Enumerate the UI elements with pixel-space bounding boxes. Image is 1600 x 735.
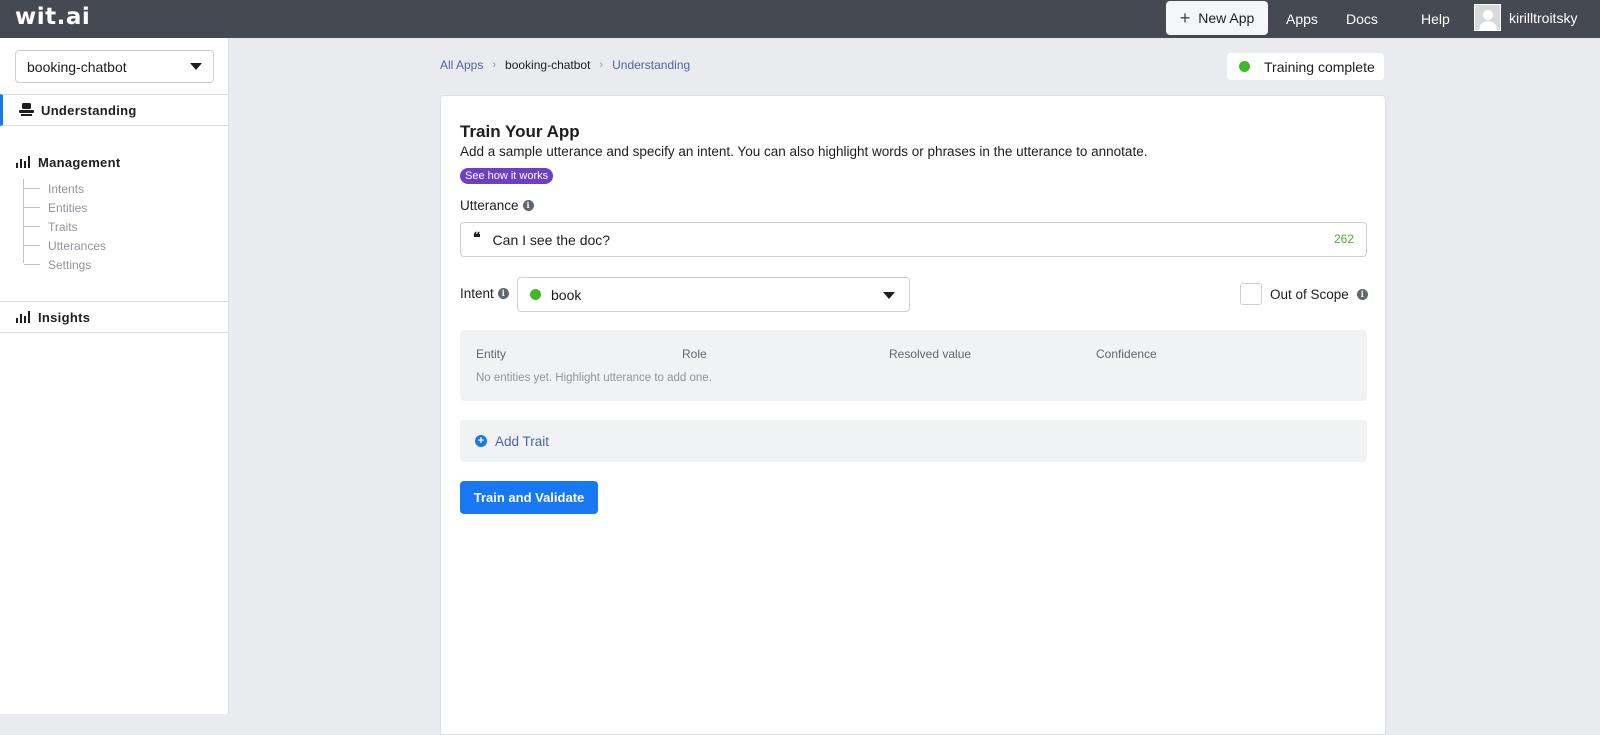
char-count: 262 xyxy=(1333,232,1354,246)
add-trait-button[interactable]: + Add Trait xyxy=(460,420,1367,462)
breadcrumb-all-apps[interactable]: All Apps xyxy=(440,58,483,72)
chevron-right-icon: › xyxy=(599,59,604,71)
role-column-header: Role xyxy=(682,347,707,361)
sidebar-item-intents[interactable]: Intents xyxy=(24,179,84,198)
sidebar-item-traits[interactable]: Traits xyxy=(24,217,78,236)
entity-column-header: Entity xyxy=(476,347,507,361)
info-icon[interactable]: i xyxy=(522,200,534,211)
intent-label-text: Intent xyxy=(460,286,494,301)
understanding-icon xyxy=(19,103,34,116)
username: kirilltroitsky xyxy=(1509,9,1578,26)
sidebar-section-management: Management Intents Entities Traits Utter… xyxy=(0,138,229,302)
top-navbar: wit.ai + New App Apps Docs Help kirilltr… xyxy=(0,0,1600,38)
see-how-it-works-link[interactable]: See how it works xyxy=(460,168,554,184)
plus-circle-icon: + xyxy=(475,435,487,447)
train-and-validate-button[interactable]: Train and Validate xyxy=(460,481,598,514)
breadcrumb-current: Understanding xyxy=(612,58,691,72)
confidence-column-header: Confidence xyxy=(1096,347,1157,361)
utterance-label-text: Utterance xyxy=(460,198,519,213)
intent-value: book xyxy=(551,286,582,303)
quote-icon: ❝ xyxy=(473,229,481,246)
sidebar-item-utterances[interactable]: Utterances xyxy=(24,236,106,255)
entity-table: Entity Role Resolved value Confidence No… xyxy=(460,330,1367,401)
out-of-scope-option: Out of Scope i xyxy=(1240,283,1368,305)
resolved-value-column-header: Resolved value xyxy=(889,347,972,361)
utterance-label: Utterance i xyxy=(460,198,534,213)
training-status-badge: Training complete xyxy=(1227,53,1384,80)
intent-color-dot-icon xyxy=(530,289,541,300)
out-of-scope-checkbox[interactable] xyxy=(1240,283,1262,305)
new-app-label: New App xyxy=(1198,10,1255,26)
train-description: Add a sample utterance and specify an in… xyxy=(460,144,1148,159)
nav-apps-link[interactable]: Apps xyxy=(1286,11,1318,27)
new-app-button[interactable]: + New App xyxy=(1166,1,1268,35)
bar-chart-icon xyxy=(16,311,30,323)
avatar xyxy=(1474,4,1501,31)
chevron-right-icon: › xyxy=(492,59,497,71)
info-icon[interactable]: i xyxy=(1356,288,1368,300)
sidebar-item-label: Insights xyxy=(38,310,91,325)
sidebar-item-settings[interactable]: Settings xyxy=(24,255,91,274)
user-menu[interactable]: kirilltroitsky xyxy=(1474,4,1577,31)
entity-empty-text: No entities yet. Highlight utterance to … xyxy=(476,372,712,384)
nav-help-link[interactable]: Help xyxy=(1421,11,1450,27)
intent-label: Intent i xyxy=(460,286,509,301)
plus-icon: + xyxy=(1179,8,1191,28)
sidebar-item-label: Understanding xyxy=(41,103,137,118)
sidebar-item-insights[interactable]: Insights xyxy=(0,302,229,333)
breadcrumb: All Apps › booking-chatbot › Understandi… xyxy=(440,58,690,72)
sidebar-item-understanding[interactable]: Understanding xyxy=(0,94,229,126)
bar-chart-icon xyxy=(16,156,30,168)
nav-docs-link[interactable]: Docs xyxy=(1346,11,1378,27)
sidebar-item-entities[interactable]: Entities xyxy=(24,198,87,217)
out-of-scope-label: Out of Scope xyxy=(1270,286,1349,302)
intent-dropdown[interactable]: book xyxy=(517,277,910,312)
management-submenu: Intents Entities Traits Utterances Setti… xyxy=(23,179,213,272)
utterance-value: Can I see the doc? xyxy=(492,231,611,248)
training-status-text: Training complete xyxy=(1264,58,1375,75)
sidebar-item-label: Management xyxy=(38,155,121,170)
breadcrumb-app[interactable]: booking-chatbot xyxy=(505,58,590,72)
app-selector-dropdown[interactable]: booking-chatbot xyxy=(15,50,214,83)
info-icon[interactable]: i xyxy=(497,288,509,299)
caret-down-icon xyxy=(883,292,895,299)
utterance-input[interactable]: ❝ Can I see the doc? 262 xyxy=(460,222,1367,257)
app-selector-value: booking-chatbot xyxy=(27,58,127,75)
status-dot-icon xyxy=(1239,61,1250,72)
page-title: Train Your App xyxy=(460,122,580,141)
sidebar: booking-chatbot Understanding Management… xyxy=(0,38,229,714)
wit-logo[interactable]: wit.ai xyxy=(15,4,90,30)
add-trait-label: Add Trait xyxy=(495,433,550,449)
train-app-card: Train Your App Add a sample utterance an… xyxy=(440,95,1386,735)
caret-down-icon xyxy=(190,63,202,70)
